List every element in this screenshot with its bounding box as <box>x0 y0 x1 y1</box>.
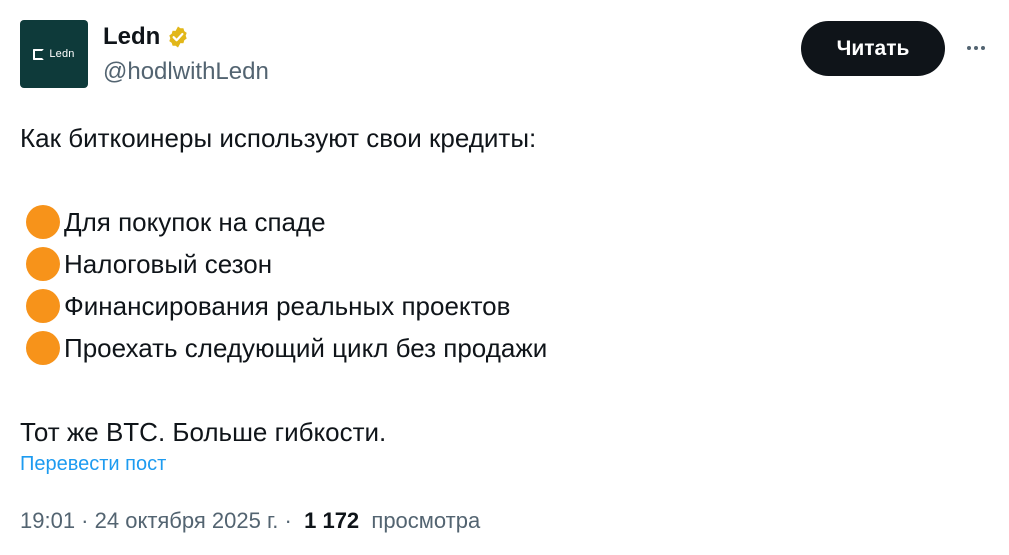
separator: · <box>75 508 95 533</box>
bullet-text: Для покупок на спаде <box>64 207 326 237</box>
orange-circle-icon <box>26 331 60 365</box>
tweet-intro: Как биткоинеры используют свои кредиты: <box>20 123 537 153</box>
list-item: Проехать следующий цикл без продажи <box>20 327 980 369</box>
display-name[interactable]: Ledn <box>103 22 160 52</box>
bullet-text: Проехать следующий цикл без продажи <box>64 333 548 363</box>
list-item: Финансирования реальных проектов <box>20 285 980 327</box>
bullet-text: Финансирования реальных проектов <box>64 291 511 321</box>
separator: · <box>278 508 305 533</box>
avatar[interactable]: Ledn <box>20 20 88 88</box>
bullet-list: Для покупок на спаде Налоговый сезон Фин… <box>20 201 980 369</box>
author-name-row: Ledn <box>103 22 190 52</box>
tweet-body: Как биткоинеры используют свои кредиты: … <box>20 117 980 453</box>
views-count: 1 172 <box>304 508 360 533</box>
translate-post-link[interactable]: Перевести пост <box>20 449 166 479</box>
post-date[interactable]: 24 октября 2025 г. <box>95 506 279 536</box>
views-label: просмотра <box>371 508 481 533</box>
author-handle[interactable]: @hodlwithLedn <box>103 57 269 87</box>
verified-badge-icon[interactable] <box>166 25 190 49</box>
list-item: Для покупок на спаде <box>20 201 980 243</box>
orange-circle-icon <box>26 289 60 323</box>
list-item: Налоговый сезон <box>20 243 980 285</box>
avatar-logo-text: Ledn <box>49 48 75 60</box>
orange-circle-icon <box>26 247 60 281</box>
dot <box>967 46 971 50</box>
tweet-closing: Тот же BTC. Больше гибкости. <box>20 417 387 447</box>
post-time[interactable]: 19:01 <box>20 506 75 536</box>
dot <box>974 46 978 50</box>
bullet-text: Налоговый сезон <box>64 249 273 279</box>
tweet-meta: 19:01 · 24 октября 2025 г. · 1 172 просм… <box>20 506 480 536</box>
orange-circle-icon <box>26 205 60 239</box>
read-button[interactable]: Читать <box>801 21 945 76</box>
more-options-icon[interactable] <box>958 36 994 60</box>
ledn-logo-icon <box>33 48 45 60</box>
dot <box>981 46 985 50</box>
